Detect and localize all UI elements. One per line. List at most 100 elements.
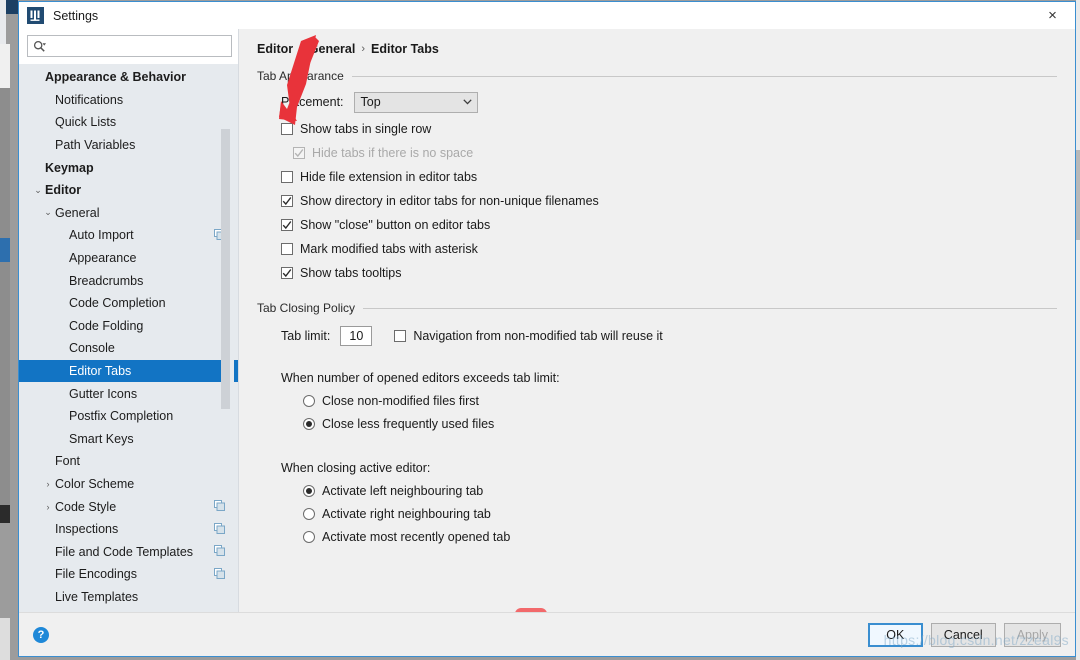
radio-label: Activate right neighbouring tab: [322, 506, 491, 521]
checkbox-show-tabs-tooltips[interactable]: Show tabs tooltips: [281, 261, 1057, 285]
checkbox-hide-file-extension-in-editor-tabs[interactable]: Hide file extension in editor tabs: [281, 165, 1057, 189]
copy-settings-icon[interactable]: [214, 522, 225, 537]
sidebar-item-font[interactable]: Font: [19, 450, 238, 473]
sidebar-scrollbar-thumb[interactable]: [221, 129, 230, 409]
placement-row: Placement: Top: [257, 89, 1057, 115]
close-icon[interactable]: ×: [1030, 2, 1075, 29]
sidebar-item-label: Inspections: [55, 522, 119, 537]
checkbox-label: Mark modified tabs with asterisk: [300, 242, 478, 256]
radio-label: Activate left neighbouring tab: [322, 483, 484, 498]
sidebar-item-file-and-code-templates[interactable]: File and Code Templates: [19, 540, 238, 563]
chevron-down-icon: ⌄: [44, 207, 52, 218]
sidebar-item-label: Postfix Completion: [69, 409, 174, 424]
sidebar-item-label: Code Style: [55, 499, 117, 514]
breadcrumb-item-general[interactable]: General: [309, 42, 356, 56]
placement-dropdown[interactable]: Top: [353, 91, 478, 113]
sidebar-item-breadcrumbs[interactable]: Breadcrumbs: [19, 269, 238, 292]
tab-limit-row: Tab limit: Navigation from non-modified …: [257, 323, 1057, 349]
search-icon: [33, 40, 46, 53]
exceeds-limit-question: When number of opened editors exceeds ta…: [281, 371, 560, 385]
sidebar-item-label: Color Scheme: [55, 476, 135, 491]
sidebar-item-notifications[interactable]: Notifications: [19, 89, 238, 112]
sidebar-item-quick-lists[interactable]: Quick Lists: [19, 111, 238, 134]
sidebar-item-label: Editor Tabs: [69, 364, 132, 379]
chevron-right-icon: ›: [46, 478, 50, 489]
sidebar-item-code-folding[interactable]: Code Folding: [19, 315, 238, 338]
sidebar-item-editor-tabs[interactable]: Editor Tabs: [19, 359, 238, 383]
settings-main-panel: Editor › General › Editor Tabs Tab Appea…: [239, 29, 1075, 612]
checkbox-label: Show tabs in single row: [300, 122, 432, 136]
checkbox-show-directory-in-editor-tabs-for-non-unique-filenames[interactable]: Show directory in editor tabs for non-un…: [281, 189, 1057, 213]
sidebar-scrollbar-track[interactable]: [221, 64, 234, 544]
radio-label: Close less frequently used files: [322, 416, 495, 431]
reuse-tab-checkbox[interactable]: Navigation from non-modified tab will re…: [394, 324, 663, 348]
checkbox-show-close-button-on-editor-tabs[interactable]: Show "close" button on editor tabs: [281, 213, 1057, 237]
chevron-right-icon: ›: [46, 501, 50, 512]
sidebar-item-label: Code Folding: [69, 318, 144, 333]
radio-close-non-modified-files-first[interactable]: Close non-modified files first: [281, 389, 1057, 412]
checkbox-box: [281, 243, 293, 255]
sidebar-item-color-scheme[interactable]: › Color Scheme: [19, 473, 238, 496]
help-icon[interactable]: ?: [33, 626, 49, 643]
breadcrumb: Editor › General › Editor Tabs: [257, 29, 1057, 63]
placement-value: Top: [360, 95, 381, 109]
radio-dot: [306, 420, 312, 427]
sidebar-item-general[interactable]: ⌄ General: [19, 202, 238, 225]
sidebar-item-auto-import[interactable]: Auto Import: [19, 224, 238, 247]
background-strip-7: [0, 618, 10, 660]
sidebar-item-postfix-completion[interactable]: Postfix Completion: [19, 405, 238, 428]
footer-buttons: OK Cancel Apply: [867, 622, 1061, 647]
sidebar-item-editor[interactable]: ⌄ Editor: [19, 179, 238, 202]
radio-activate-right-neighbouring-tab[interactable]: Activate right neighbouring tab: [281, 502, 1057, 525]
copy-settings-icon[interactable]: [214, 568, 225, 582]
radio-unselected-icon: [303, 394, 315, 407]
background-strip-5: [0, 505, 10, 523]
radio-activate-most-recently-opened-tab[interactable]: Activate most recently opened tab: [281, 525, 1057, 548]
background-right-tab: [1076, 150, 1080, 240]
cancel-button[interactable]: Cancel: [930, 622, 996, 647]
checkbox-show-tabs-in-single-row[interactable]: Show tabs in single row: [281, 117, 1057, 141]
checkbox-box: [394, 330, 407, 342]
background-strip-2: [0, 88, 10, 238]
checkbox-label: Hide file extension in editor tabs: [300, 170, 478, 184]
sidebar-item-code-completion[interactable]: Code Completion: [19, 292, 238, 315]
checkbox-mark-modified-tabs-with-asterisk[interactable]: Mark modified tabs with asterisk: [281, 237, 1057, 261]
sidebar-item-gutter-icons[interactable]: Gutter Icons: [19, 382, 238, 405]
sidebar-item-label: Font: [55, 454, 81, 469]
sidebar-item-code-style[interactable]: › Code Style: [19, 495, 238, 518]
sidebar-item-appearance-behavior[interactable]: Appearance & Behavior: [19, 66, 238, 89]
sidebar-item-label: Appearance: [69, 251, 137, 266]
breadcrumb-item-editor[interactable]: Editor: [257, 42, 293, 56]
background-strip-3: [0, 238, 10, 262]
chevron-down-icon: [459, 99, 477, 105]
search-input[interactable]: [50, 38, 226, 54]
breadcrumb-item-editor-tabs[interactable]: Editor Tabs: [371, 42, 439, 56]
sidebar-item-console[interactable]: Console: [19, 337, 238, 360]
sidebar-item-label: Keymap: [45, 160, 94, 175]
sidebar-item-path-variables[interactable]: Path Variables: [19, 134, 238, 157]
checkbox-label: Hide tabs if there is no space: [312, 146, 474, 160]
group-label: Tab Appearance: [257, 69, 344, 83]
sidebar-item-label: Auto Import: [69, 228, 134, 243]
sidebar-item-inspections[interactable]: Inspections: [19, 518, 238, 541]
radio-dot: [306, 487, 312, 494]
copy-settings-icon[interactable]: [214, 545, 225, 559]
copy-settings-icon[interactable]: [214, 500, 225, 514]
sidebar-item-smart-keys[interactable]: Smart Keys: [19, 428, 238, 451]
ok-button[interactable]: OK: [867, 622, 923, 647]
radio-activate-left-neighbouring-tab[interactable]: Activate left neighbouring tab: [281, 479, 1057, 502]
sidebar-item-label: Editor: [45, 183, 82, 198]
background-right-panel: [1076, 0, 1080, 660]
sidebar-item-keymap[interactable]: Keymap: [19, 156, 238, 179]
sidebar-item-appearance[interactable]: Appearance: [19, 247, 238, 270]
sidebar-item-live-templates[interactable]: Live Templates: [19, 586, 238, 609]
radio-close-less-frequently-used-files[interactable]: Close less frequently used files: [281, 412, 1057, 435]
chevron-down-icon: ⌄: [34, 184, 42, 195]
tab-limit-input[interactable]: [340, 326, 373, 346]
sidebar-item-file-encodings[interactable]: File Encodings: [19, 563, 238, 586]
radio-unselected-icon: [303, 507, 315, 520]
checkmark-icon: [293, 147, 305, 159]
checkbox-label: Show directory in editor tabs for non-un…: [300, 194, 599, 208]
search-box[interactable]: [27, 35, 232, 57]
intellij-idea-icon: [27, 7, 44, 24]
